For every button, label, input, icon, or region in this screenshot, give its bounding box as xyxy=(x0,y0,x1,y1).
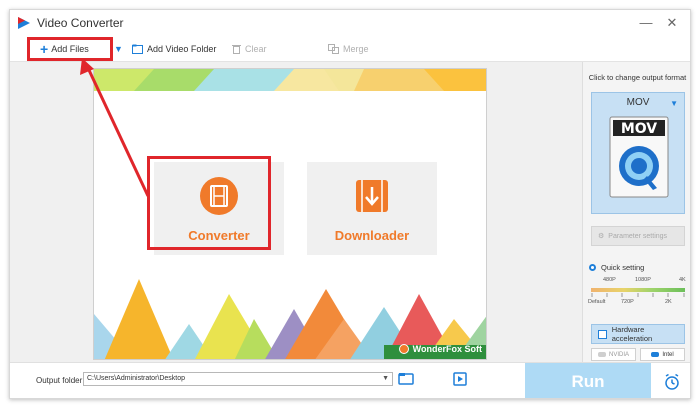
app-window: Video Converter — ✕ + Add Files ▼ Add Vi… xyxy=(9,9,691,399)
quality-label: 2K xyxy=(665,299,672,305)
nvidia-option[interactable]: NVIDIA xyxy=(591,348,636,361)
quality-label: Default xyxy=(588,299,606,305)
output-format-panel: Click to change output format MOV ▼ MOV … xyxy=(582,62,690,362)
run-label: Run xyxy=(571,372,605,391)
quality-slider[interactable] xyxy=(591,288,685,292)
preview-icon[interactable] xyxy=(452,371,468,387)
parameter-settings-label: Parameter settings xyxy=(608,232,668,240)
highlight-add-files xyxy=(27,37,113,61)
window-title: Video Converter xyxy=(37,16,124,30)
downloader-label: Downloader xyxy=(334,228,410,243)
bottom-bar: Output folder: C:\Users\Administrator\De… xyxy=(10,362,690,398)
workspace: Converter Downloader WonderFox Soft xyxy=(10,62,582,362)
gpu-options: NVIDIA Intel xyxy=(591,348,685,362)
folder-add-icon xyxy=(132,44,143,54)
quick-setting-icon xyxy=(589,264,596,271)
merge-icon xyxy=(328,44,339,54)
chevron-down-icon[interactable]: ▼ xyxy=(382,373,389,385)
minimize-icon[interactable]: — xyxy=(636,14,656,32)
merge-button[interactable]: Merge xyxy=(328,36,369,62)
hardware-acceleration-button[interactable]: Hardware acceleration xyxy=(591,324,685,344)
brand-text: WonderFox Soft xyxy=(412,344,482,354)
run-button[interactable]: Run xyxy=(525,363,651,398)
output-folder-value: C:\Users\Administrator\Desktop xyxy=(87,375,186,382)
quality-label: 1080P xyxy=(635,277,651,283)
quality-slider-ticks xyxy=(591,293,685,297)
quicktime-icon: MOV xyxy=(609,116,669,198)
title-bar: Video Converter — ✕ xyxy=(10,10,690,36)
output-folder-input[interactable]: C:\Users\Administrator\Desktop ▼ xyxy=(83,372,393,386)
nvidia-logo-icon xyxy=(597,352,606,357)
download-icon xyxy=(356,180,388,212)
intel-label: Intel xyxy=(662,351,674,358)
close-icon[interactable]: ✕ xyxy=(662,14,682,32)
chevron-down-icon: ▼ xyxy=(670,99,678,108)
alarm-button[interactable] xyxy=(651,363,690,398)
brand-badge: WonderFox Soft xyxy=(398,342,482,356)
add-video-folder-button[interactable]: Add Video Folder xyxy=(132,36,216,62)
clear-button[interactable]: Clear xyxy=(232,36,267,62)
merge-label: Merge xyxy=(343,44,369,54)
hardware-acceleration-label: Hardware acceleration xyxy=(611,325,653,343)
app-logo-icon xyxy=(18,17,30,29)
alarm-clock-icon xyxy=(664,373,679,390)
quick-setting-title: Quick setting xyxy=(589,263,644,272)
folder-open-icon[interactable] xyxy=(398,371,414,387)
downloader-tile[interactable]: Downloader xyxy=(307,162,437,255)
clear-label: Clear xyxy=(245,44,267,54)
dropdown-icon[interactable]: ▼ xyxy=(114,36,123,62)
quality-label: 4K xyxy=(679,277,686,283)
add-video-folder-label: Add Video Folder xyxy=(147,44,217,54)
fox-logo-icon xyxy=(398,344,409,354)
chip-icon xyxy=(598,329,607,339)
quick-setting-label: Quick setting xyxy=(601,263,645,272)
intel-logo-icon xyxy=(651,352,660,357)
mov-icon-text: MOV xyxy=(621,121,657,137)
quality-label: 480P xyxy=(603,277,616,283)
output-format-hint: Click to change output format xyxy=(588,73,687,82)
quality-label: 720P xyxy=(621,299,634,305)
highlight-converter xyxy=(147,156,271,250)
parameter-settings-button[interactable]: ⚙ Parameter settings xyxy=(591,226,685,246)
trash-icon xyxy=(232,45,241,54)
output-format-selector[interactable]: MOV ▼ MOV xyxy=(591,92,685,214)
output-folder-label: Output folder: xyxy=(36,376,85,385)
settings-icon: ⚙ xyxy=(598,233,605,240)
nvidia-label: NVIDIA xyxy=(608,351,629,358)
intel-option[interactable]: Intel xyxy=(640,348,685,361)
